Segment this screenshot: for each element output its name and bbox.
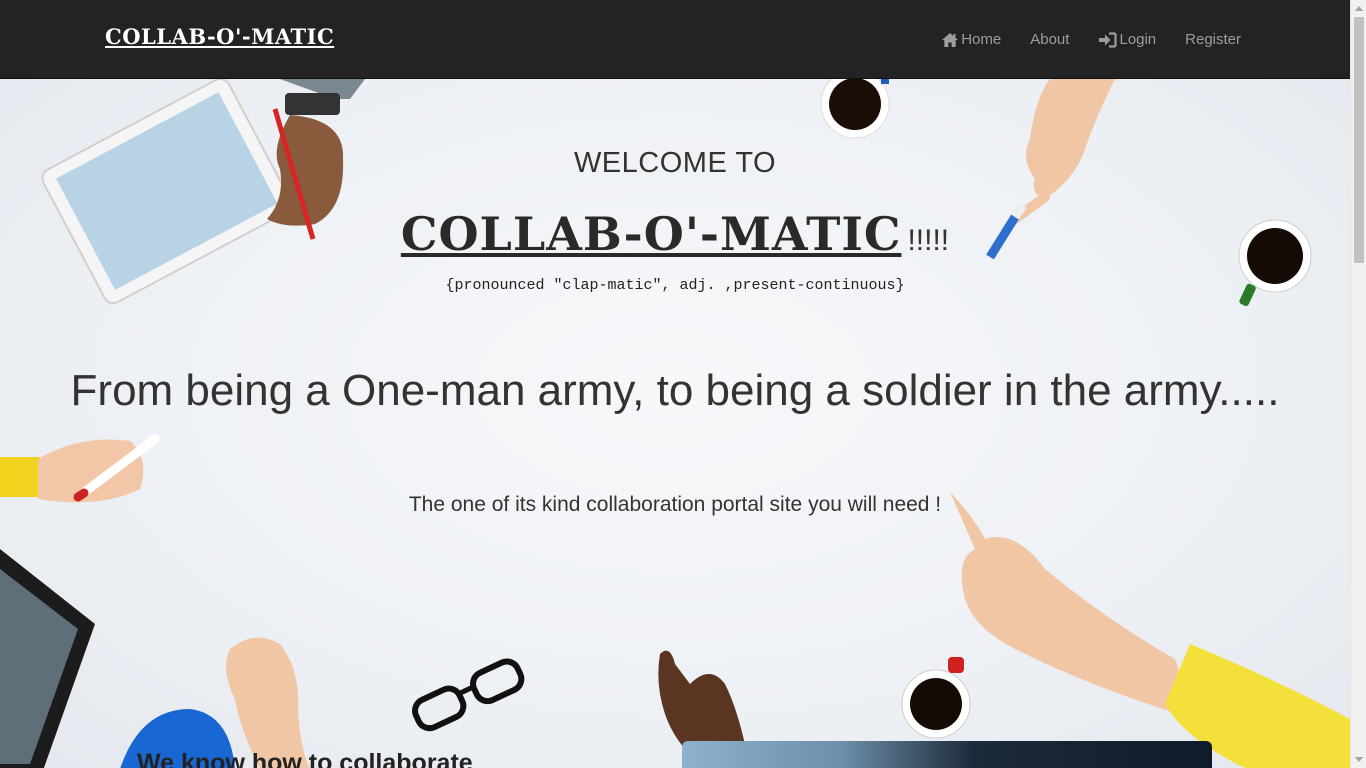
- tagline-heading: From being a One-man army, to being a so…: [70, 366, 1280, 415]
- pointing-hand-image: [950, 492, 1350, 768]
- navbar: COLLAB-O'-MATIC Home About Login Registe…: [0, 0, 1350, 79]
- nav-login-link[interactable]: Login: [1098, 31, 1156, 48]
- section-heading: We know how to collaborate: [137, 749, 473, 768]
- site-title: COLLAB-O'-MATIC!!!!!: [0, 207, 1350, 261]
- nav-register-label: Register: [1185, 31, 1241, 48]
- subline-text: The one of its kind collaboration portal…: [408, 493, 942, 516]
- login-icon: [1099, 31, 1118, 48]
- page-scrollbar[interactable]: [1350, 0, 1366, 768]
- nav-home-label: Home: [961, 31, 1002, 48]
- nav-about-label: About: [1030, 31, 1070, 48]
- scroll-up-arrow-icon[interactable]: [1355, 6, 1363, 11]
- dark-tablet-image: [0, 549, 95, 768]
- nav-menu: Home About Login Register: [912, 0, 1241, 79]
- raised-hand-image: [120, 637, 310, 768]
- nav-login-label: Login: [1119, 31, 1157, 48]
- site-title-suffix: !!!!!: [907, 224, 950, 257]
- coffee-cup-image: [820, 79, 890, 139]
- home-icon: [942, 32, 959, 47]
- pronunciation-text: {pronounced "clap-matic", adj. ,present-…: [445, 277, 905, 294]
- welcome-heading: WELCOME TO: [573, 147, 777, 179]
- eyeglasses-image: [412, 658, 525, 732]
- brand-logo-link[interactable]: COLLAB-O'-MATIC: [105, 24, 334, 49]
- site-title-text: COLLAB-O'-MATIC: [400, 207, 902, 261]
- hero-section: WELCOME TO COLLAB-O'-MATIC!!!!! {pronoun…: [0, 79, 1350, 768]
- nav-home-link[interactable]: Home: [941, 31, 1001, 48]
- nav-about-link[interactable]: About: [1030, 31, 1069, 48]
- scrollbar-thumb[interactable]: [1354, 17, 1364, 263]
- nav-register-link[interactable]: Register: [1185, 31, 1241, 48]
- collaboration-image-panel: [682, 741, 1212, 768]
- scroll-down-arrow-icon[interactable]: [1355, 757, 1363, 762]
